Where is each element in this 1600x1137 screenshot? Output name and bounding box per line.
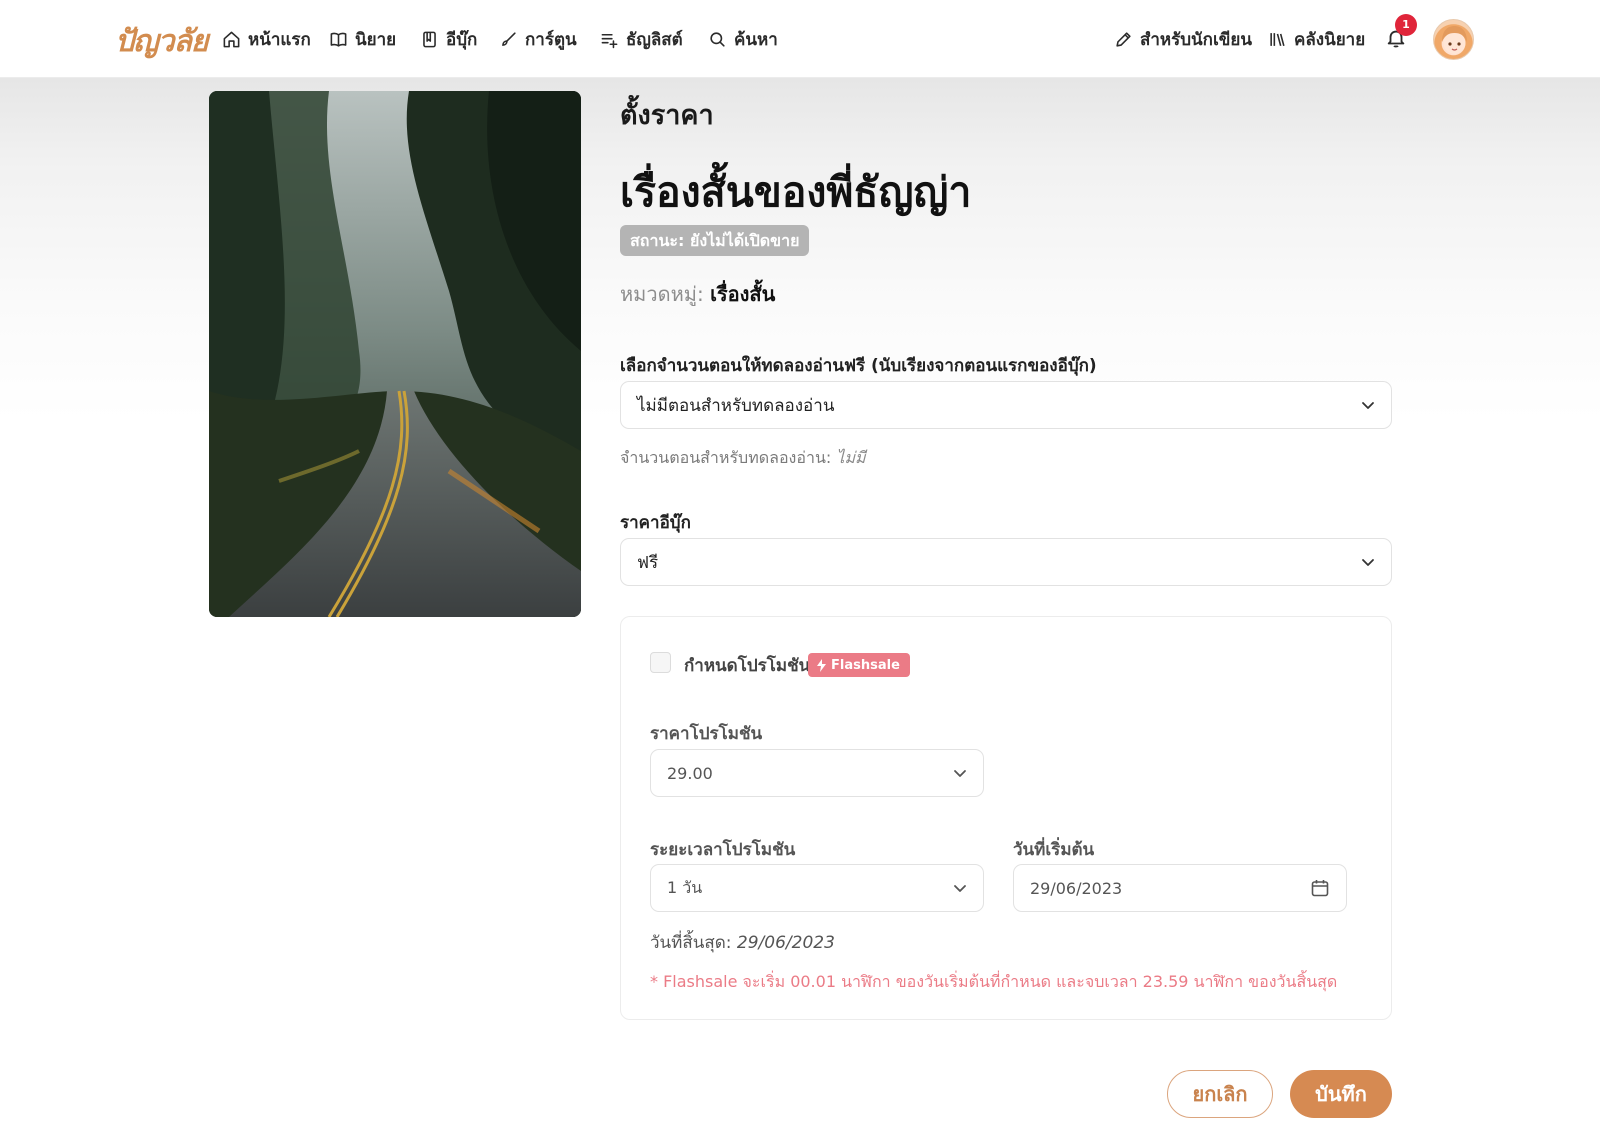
chevron-down-icon bbox=[1362, 402, 1374, 409]
category-value: เรื่องสั้น bbox=[710, 282, 776, 306]
trial-helper-key: จำนวนตอนสำหรับทดลองอ่าน: bbox=[620, 448, 832, 467]
brush-icon bbox=[502, 31, 516, 46]
calendar-icon[interactable] bbox=[1310, 878, 1330, 898]
promotion-price-value: 29.00 bbox=[667, 763, 713, 783]
nav-item-label: การ์ตูน bbox=[525, 29, 577, 50]
promotion-start-date-input[interactable]: 29/06/2023 bbox=[1013, 864, 1347, 912]
end-date-key: วันที่สิ้นสุด: bbox=[650, 933, 732, 953]
pencil-icon bbox=[1116, 31, 1131, 47]
promotion-duration-value: 1 วัน bbox=[667, 877, 703, 897]
nav-item-label: ธัญลิสต์ bbox=[626, 29, 683, 50]
ebook-price-label: ราคาอีบุ๊ก bbox=[620, 513, 691, 533]
promotion-price-label: ราคาโปรโมชัน bbox=[650, 724, 763, 744]
home-icon bbox=[223, 31, 240, 47]
ebook-price-value: ฟรี bbox=[637, 552, 659, 573]
page-section-label: ตั้งราคา bbox=[620, 100, 714, 131]
nav-item-comic[interactable]: การ์ตูน bbox=[499, 25, 577, 53]
nav-item-label: อีบุ๊ก bbox=[446, 29, 478, 50]
chevron-down-icon bbox=[1362, 559, 1374, 566]
nav-item-label: นิยาย bbox=[355, 29, 397, 50]
category: หมวดหมู่: เรื่องสั้น bbox=[620, 278, 775, 310]
promotion-start-value: 29/06/2023 bbox=[1030, 878, 1123, 898]
promotion-checkbox[interactable] bbox=[650, 652, 671, 673]
chevron-down-icon bbox=[954, 770, 966, 777]
end-date-value: 29/06/2023 bbox=[736, 933, 835, 953]
avatar[interactable] bbox=[1433, 19, 1474, 60]
nav-item-search[interactable]: ค้นหา bbox=[708, 25, 778, 53]
ebook-icon bbox=[423, 31, 436, 47]
promotion-duration-label: ระยะเวลาโปรโมชัน bbox=[650, 840, 796, 860]
nav-item-label: คลังนิยาย bbox=[1294, 29, 1366, 50]
status-badge: สถานะ: ยังไม่ได้เปิดขาย bbox=[620, 225, 810, 256]
nav-item-library[interactable]: คลังนิยาย bbox=[1268, 25, 1365, 53]
nav-item-thunlist[interactable]: ธัญลิสต์ bbox=[600, 25, 683, 53]
nav-item-ebook[interactable]: อีบุ๊ก bbox=[420, 25, 477, 53]
book-open-icon bbox=[330, 32, 347, 47]
site-logo[interactable]: ปัญวลัย bbox=[115, 18, 208, 65]
flashsale-badge: Flashsale bbox=[808, 653, 910, 677]
cancel-button[interactable]: ยกเลิก bbox=[1167, 1070, 1273, 1118]
library-icon bbox=[1270, 32, 1285, 46]
category-key: หมวดหมู่: bbox=[620, 282, 704, 306]
avatar-illustration bbox=[1442, 26, 1467, 54]
trial-helper-value: ไม่มี bbox=[836, 448, 866, 467]
promotion-end-date: วันที่สิ้นสุด: 29/06/2023 bbox=[650, 929, 835, 956]
flashsale-badge-label: Flashsale bbox=[831, 657, 900, 673]
nav-item-label: หน้าแรก bbox=[248, 29, 311, 50]
nav-item-home[interactable]: หน้าแรก bbox=[222, 25, 311, 53]
nav-item-label: ค้นหา bbox=[734, 29, 778, 50]
nav-item-writer[interactable]: สำหรับนักเขียน bbox=[1114, 25, 1252, 53]
list-add-icon bbox=[601, 33, 618, 48]
ebook-cover-image bbox=[209, 91, 581, 617]
promotion-checkbox-label: กำหนดโปรโมชัน bbox=[684, 656, 811, 676]
promotion-duration-select[interactable]: 1 วัน bbox=[650, 864, 984, 912]
save-button[interactable]: บันทึก bbox=[1290, 1070, 1392, 1118]
trial-chapters-value: ไม่มีตอนสำหรับทดลองอ่าน bbox=[637, 395, 835, 416]
ebook-price-select[interactable]: ฟรี bbox=[620, 538, 1392, 586]
book-title: เรื่องสั้นของพี่ธัญญ่า bbox=[620, 168, 972, 216]
top-navbar: ปัญวลัย หน้าแรก นิยาย อีบุ๊ก การ์ตูน ธัญ… bbox=[0, 0, 1600, 78]
nav-item-novel[interactable]: นิยาย bbox=[329, 25, 396, 53]
nav-item-label: สำหรับนักเขียน bbox=[1140, 29, 1252, 50]
promotion-price-select[interactable]: 29.00 bbox=[650, 749, 984, 797]
trial-chapters-label: เลือกจำนวนตอนให้ทดลองอ่านฟรี (นับเรียงจา… bbox=[620, 356, 1097, 376]
flashsale-note: * Flashsale จะเริ่ม 00.01 นาฬิกา ของวันเ… bbox=[650, 972, 1338, 991]
lightning-icon bbox=[817, 658, 826, 672]
notification-badge: 1 bbox=[1395, 14, 1417, 36]
search-icon bbox=[710, 31, 725, 47]
chevron-down-icon bbox=[954, 885, 966, 892]
trial-chapters-select[interactable]: ไม่มีตอนสำหรับทดลองอ่าน bbox=[620, 381, 1392, 429]
promotion-start-label: วันที่เริ่มต้น bbox=[1013, 840, 1095, 860]
trial-chapters-helper: จำนวนตอนสำหรับทดลองอ่าน: ไม่มี bbox=[620, 446, 866, 471]
